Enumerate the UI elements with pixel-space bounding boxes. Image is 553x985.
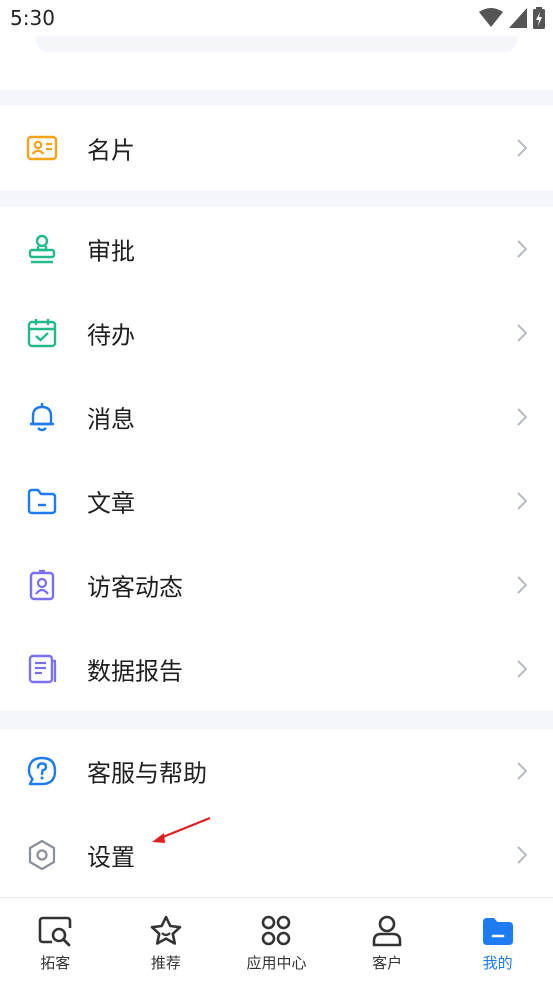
profile-card-footer: [36, 36, 517, 52]
chevron-right-icon: [517, 846, 528, 864]
tab-recommend[interactable]: 推荐: [111, 898, 222, 985]
menu-item-reports[interactable]: 数据报告: [0, 627, 553, 711]
profile-card-bottom: [0, 36, 553, 90]
menu-item-settings-label: 设置: [87, 843, 135, 872]
tab-customers-label: 客户: [372, 954, 403, 972]
menu-item-todo-label: 待办: [87, 321, 135, 350]
tab-prospect-label: 拓客: [40, 954, 71, 972]
menu-item-card-label: 名片: [87, 136, 135, 165]
bottom-tab-bar: 拓客 推荐 应用中心 客户 我的: [0, 897, 553, 985]
battery-icon: [533, 7, 545, 29]
menu-item-support-label: 客服与帮助: [87, 759, 207, 788]
tab-mine[interactable]: 我的: [442, 898, 553, 985]
person-icon: [372, 915, 402, 947]
chevron-right-icon: [517, 762, 528, 780]
menu-item-card[interactable]: 名片: [0, 106, 553, 190]
menu-item-visitors-label: 访客动态: [87, 573, 183, 602]
star-icon: [150, 915, 182, 945]
visitor-badge-icon: [29, 569, 55, 601]
tab-apps[interactable]: 应用中心: [221, 898, 332, 985]
signal-icon: [509, 8, 527, 28]
status-time: 5:30: [10, 6, 55, 30]
status-bar: 5:30: [0, 0, 553, 36]
menu-section-card: 名片: [0, 106, 553, 190]
menu-item-articles[interactable]: 文章: [0, 459, 553, 543]
stamp-icon: [28, 234, 56, 264]
menu-item-settings[interactable]: 设置: [0, 813, 553, 897]
hexagon-settings-icon: [28, 839, 56, 871]
apps-grid-icon: [262, 915, 291, 946]
chevron-right-icon: [517, 324, 528, 342]
folder-icon: [27, 488, 57, 515]
status-icons: [479, 7, 545, 29]
menu-section-support: 客服与帮助 设置: [0, 729, 553, 897]
help-bubble-icon: [27, 756, 57, 786]
menu-item-articles-label: 文章: [87, 489, 135, 518]
id-card-icon: [26, 135, 58, 161]
chevron-right-icon: [517, 139, 528, 157]
menu-item-approve[interactable]: 审批: [0, 207, 553, 291]
tab-apps-label: 应用中心: [246, 954, 307, 972]
menu-item-reports-label: 数据报告: [87, 657, 183, 686]
report-book-icon: [28, 654, 57, 684]
calendar-check-icon: [27, 319, 57, 348]
menu-item-todo[interactable]: 待办: [0, 291, 553, 375]
chevron-right-icon: [517, 576, 528, 594]
tab-recommend-label: 推荐: [150, 954, 181, 972]
menu-item-support[interactable]: 客服与帮助: [0, 729, 553, 813]
tab-prospect[interactable]: 拓客: [0, 898, 111, 985]
chevron-right-icon: [517, 492, 528, 510]
menu-section-work: 审批 待办 消息 文章 访客动态 数据报告: [0, 207, 553, 711]
folder-filled-icon: [482, 918, 513, 945]
wifi-icon: [479, 8, 503, 27]
menu-item-messages-label: 消息: [87, 405, 135, 434]
tab-customers[interactable]: 客户: [332, 898, 443, 985]
bell-icon: [30, 403, 54, 432]
chevron-right-icon: [517, 240, 528, 258]
menu-item-approve-label: 审批: [87, 237, 135, 266]
chevron-right-icon: [517, 408, 528, 426]
chevron-right-icon: [517, 660, 528, 678]
tab-mine-label: 我的: [482, 954, 513, 972]
menu-item-messages[interactable]: 消息: [0, 375, 553, 459]
menu-item-visitors[interactable]: 访客动态: [0, 543, 553, 627]
search-window-icon: [38, 916, 72, 947]
